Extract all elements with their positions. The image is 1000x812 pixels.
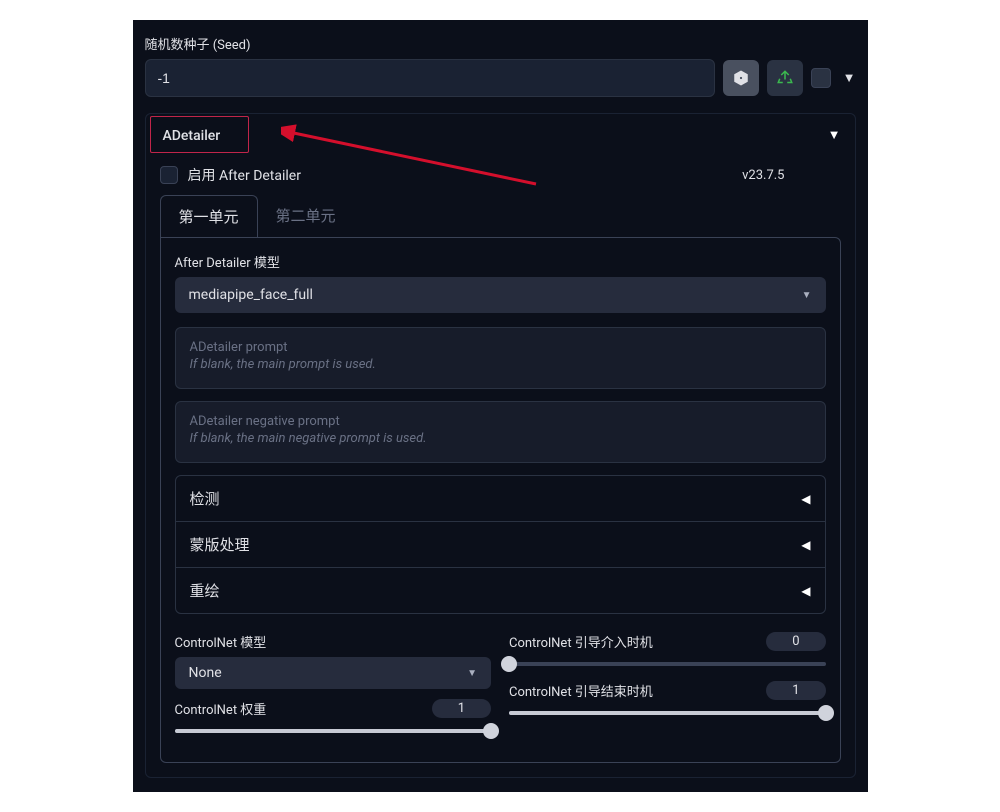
neg-prompt-placeholder-line2: If blank, the main negative prompt is us…	[190, 431, 811, 446]
chevron-left-icon: ◀	[801, 584, 810, 598]
dice-button[interactable]	[723, 60, 759, 96]
chevron-down-icon: ▼	[467, 668, 477, 679]
accordion-detect-label: 检测	[190, 488, 220, 509]
collapse-icon[interactable]: ▼	[828, 127, 841, 143]
prompt-placeholder-line1: ADetailer prompt	[190, 340, 811, 355]
cn-end-slider[interactable]	[509, 706, 826, 720]
enable-adetailer-label: 启用 After Detailer	[188, 165, 301, 185]
cn-model-value: None	[189, 665, 222, 681]
prompt-placeholder-line2: If blank, the main prompt is used.	[190, 357, 811, 372]
seed-input[interactable]	[145, 59, 715, 97]
chevron-left-icon: ◀	[801, 492, 810, 506]
accordion-mask[interactable]: 蒙版处理 ◀	[176, 521, 825, 567]
accordion-detect[interactable]: 检测 ◀	[176, 476, 825, 521]
cn-start-slider[interactable]	[509, 657, 826, 671]
adetailer-negative-prompt-input[interactable]: ADetailer negative prompt If blank, the …	[175, 401, 826, 463]
chevron-down-icon: ▼	[802, 290, 812, 301]
dice-icon	[732, 69, 750, 87]
chevron-down-icon[interactable]: ▼	[843, 70, 856, 86]
cn-weight-slider[interactable]	[175, 724, 492, 738]
tab-unit1[interactable]: 第一单元	[160, 195, 258, 237]
seed-label: 随机数种子 (Seed)	[145, 34, 856, 53]
chevron-left-icon: ◀	[801, 538, 810, 552]
adetailer-title-box: ADetailer	[150, 116, 250, 153]
adetailer-version: v23.7.5	[742, 168, 784, 183]
cn-model-label: ControlNet 模型	[175, 632, 492, 651]
tab-unit2[interactable]: 第二单元	[258, 195, 354, 237]
cn-model-select[interactable]: None ▼	[175, 657, 492, 689]
model-label: After Detailer 模型	[175, 252, 826, 271]
cn-start-value[interactable]: 0	[766, 632, 825, 651]
cn-end-label: ControlNet 引导结束时机	[509, 681, 653, 700]
adetailer-prompt-input[interactable]: ADetailer prompt If blank, the main prom…	[175, 327, 826, 389]
cn-weight-value[interactable]: 1	[432, 699, 491, 718]
extra-options-checkbox[interactable]	[811, 68, 831, 88]
accordion-inpaint-label: 重绘	[190, 580, 220, 601]
model-select[interactable]: mediapipe_face_full ▼	[175, 277, 826, 313]
recycle-button[interactable]	[767, 60, 803, 96]
accordion-mask-label: 蒙版处理	[190, 534, 250, 555]
cn-weight-label: ControlNet 权重	[175, 699, 267, 718]
cn-start-label: ControlNet 引导介入时机	[509, 632, 653, 651]
neg-prompt-placeholder-line1: ADetailer negative prompt	[190, 414, 811, 429]
cn-end-value[interactable]: 1	[766, 681, 825, 700]
adetailer-title[interactable]: ADetailer	[163, 128, 221, 144]
recycle-icon	[776, 69, 794, 87]
model-select-value: mediapipe_face_full	[189, 287, 313, 303]
accordion-inpaint[interactable]: 重绘 ◀	[176, 567, 825, 613]
enable-adetailer-checkbox[interactable]	[160, 166, 178, 184]
